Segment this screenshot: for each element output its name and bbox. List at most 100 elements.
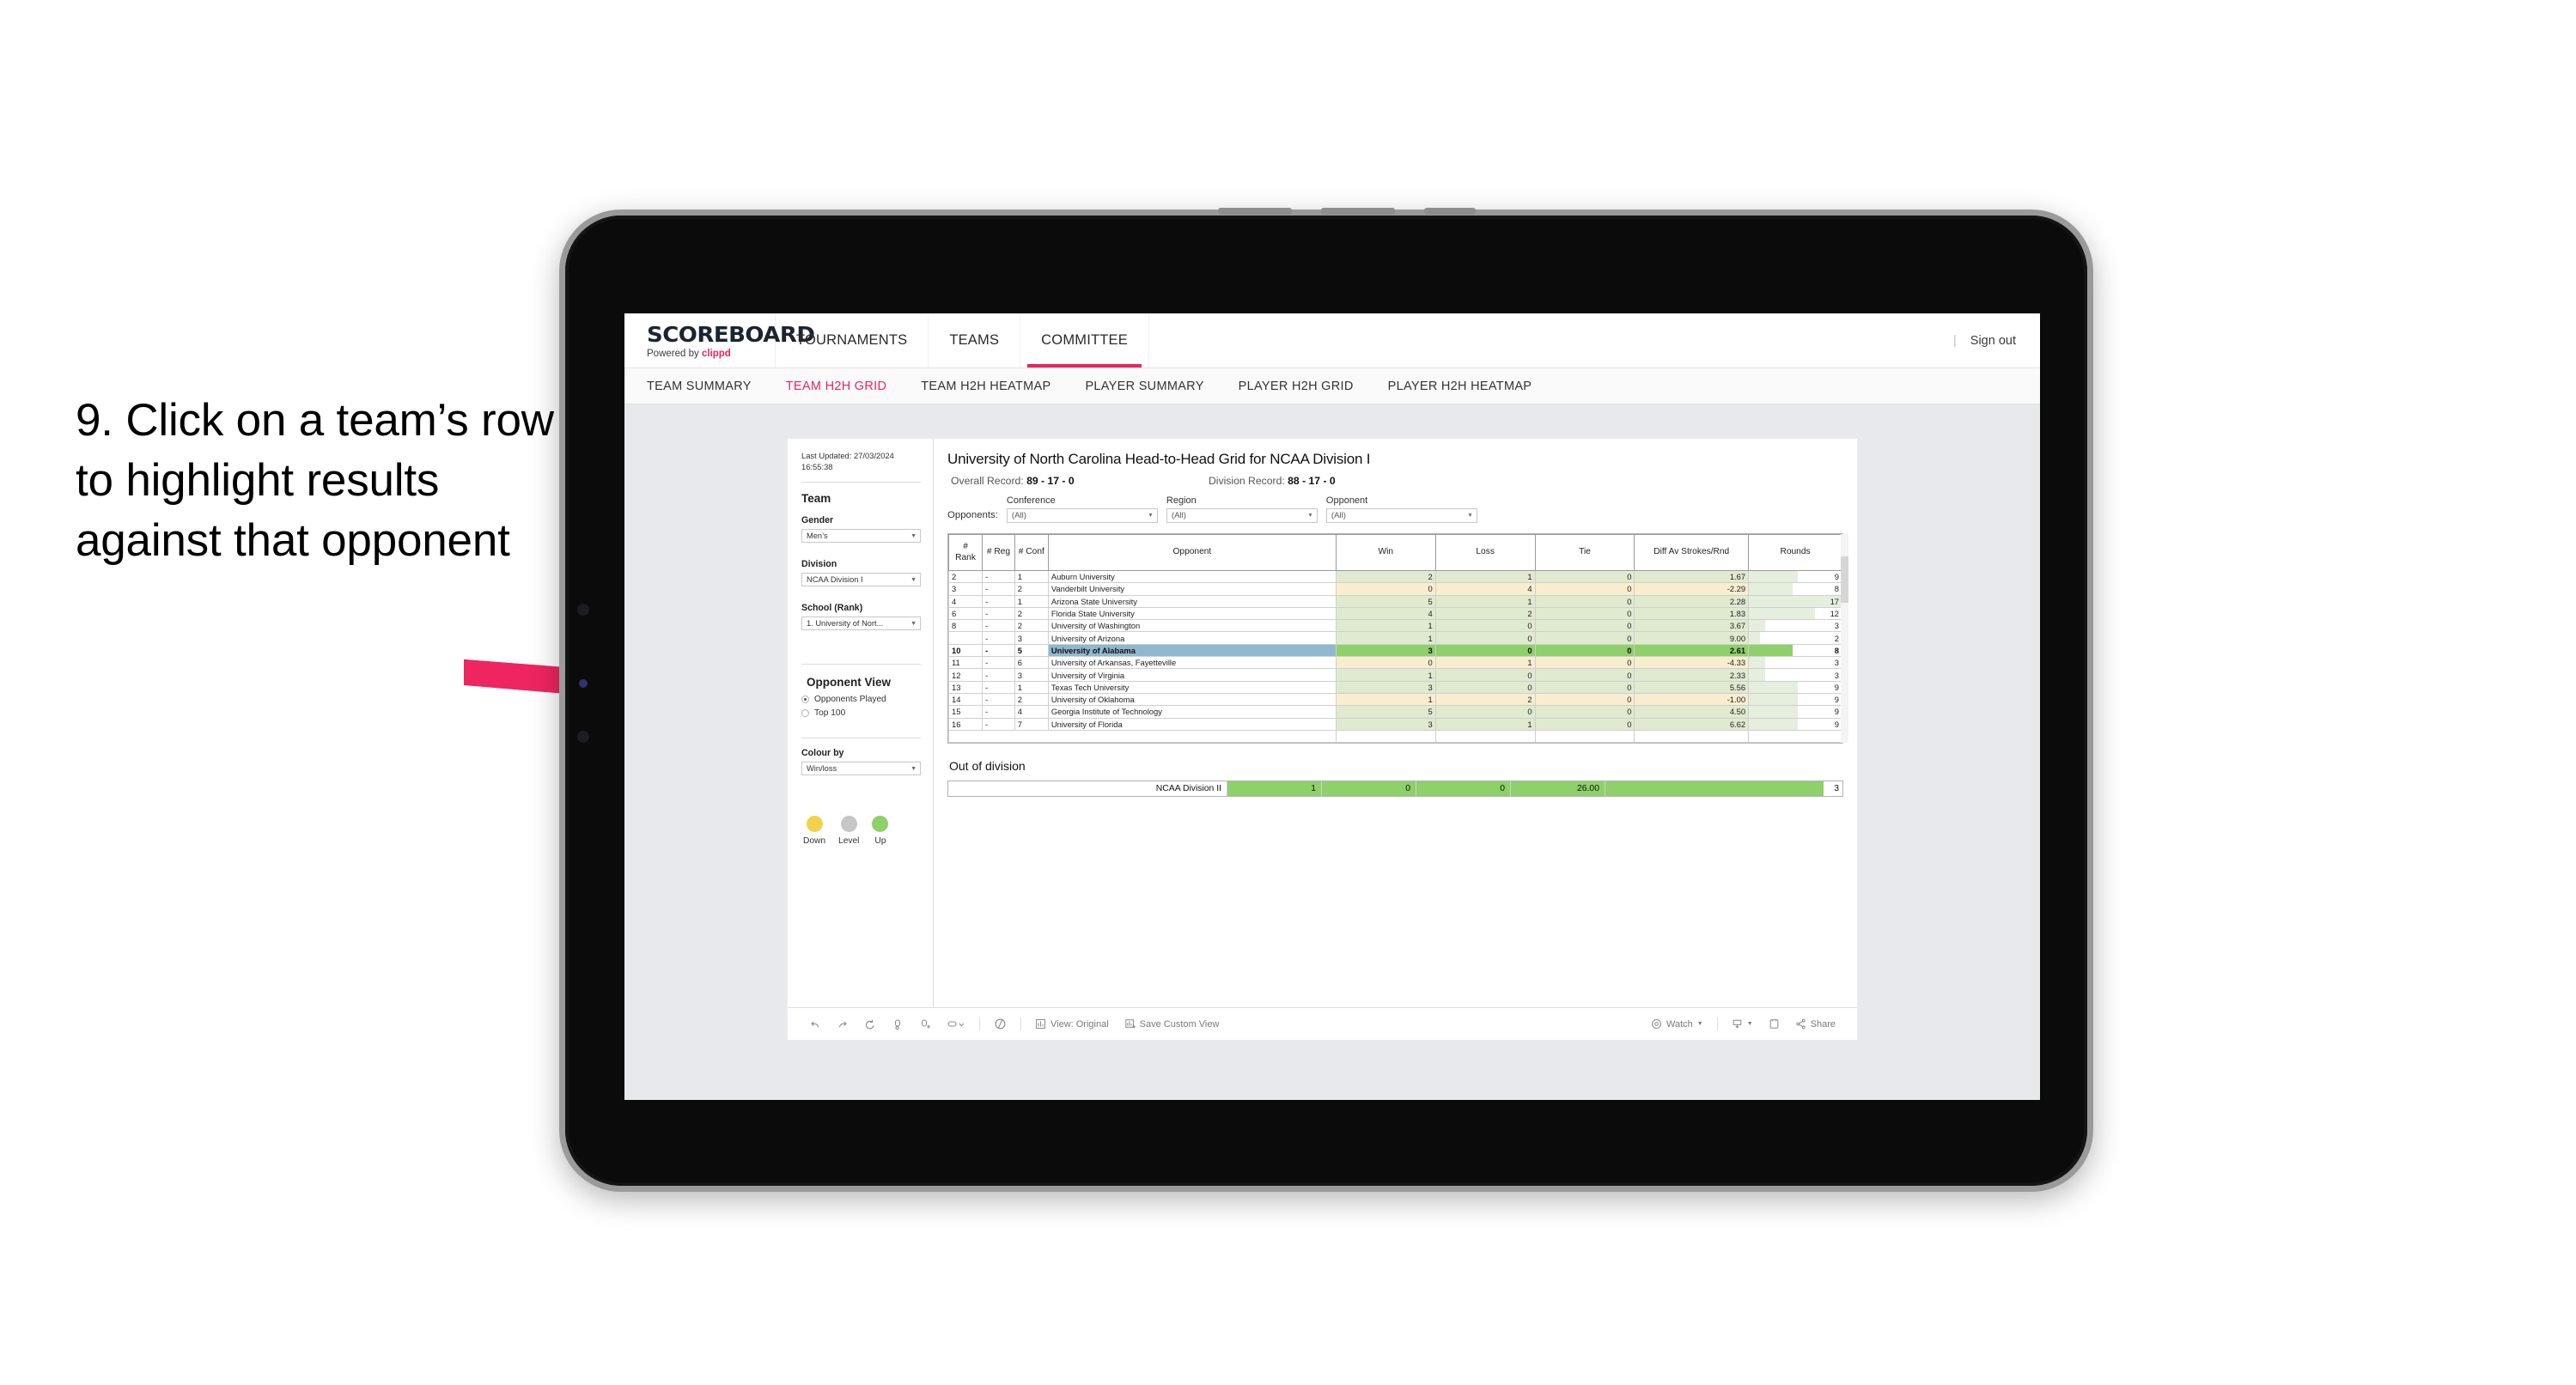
tab-player-summary[interactable]: PLAYER SUMMARY (1085, 380, 1203, 393)
table-row[interactable]: 14-2 University of Oklahoma 1 2 0 -1.00 9 (947, 692, 1842, 707)
watch-label: Watch (1666, 1018, 1693, 1030)
device-top-button-1 (1218, 208, 1292, 215)
fit-button[interactable] (986, 1017, 1014, 1030)
rounds-value: 3 (1834, 670, 1839, 680)
view-original-button[interactable]: View: Original (1027, 1018, 1117, 1030)
table-row[interactable]: 13-1 Texas Tech University 3 0 0 5.56 9 (947, 680, 1842, 694)
undo-button[interactable] (801, 1018, 829, 1030)
brand-logo[interactable]: SCOREBOARD Powered by clippd (624, 313, 815, 368)
device-side-port-1 (577, 604, 589, 616)
cell-opponent: Auburn University (1047, 569, 1337, 584)
redo-button[interactable] (829, 1018, 856, 1030)
device-top-button-2 (1321, 208, 1395, 215)
table-padding-cell (1014, 729, 1049, 744)
cell-loss: 2 (1434, 606, 1536, 621)
table-row[interactable]: 8-2 University of Washington 1 0 0 3.67 3 (947, 619, 1842, 633)
watch-button[interactable]: Watch ▼ (1643, 1018, 1711, 1030)
pause-button[interactable] (911, 1018, 939, 1030)
highlight-dropdown[interactable] (939, 1018, 973, 1030)
table-row[interactable]: -3 University of Arizona 1 0 0 9.00 2 (947, 631, 1842, 645)
radio-top-100[interactable]: Top 100 (801, 708, 921, 718)
h2h-grid-table-wrap: # Rank # Reg # Conf Opponent Win Loss Ti… (947, 533, 1848, 744)
cell-tie: 0 (1534, 668, 1635, 682)
col-conf-label: # Conf (1018, 547, 1044, 557)
cell-opponent: Arizona State University (1047, 594, 1337, 608)
table-scrollbar-thumb[interactable] (1841, 556, 1848, 603)
tab-team-summary[interactable]: TEAM SUMMARY (647, 380, 752, 393)
tab-player-h2h-grid[interactable]: PLAYER H2H GRID (1239, 380, 1354, 393)
chevron-down-icon: ▼ (1306, 513, 1313, 519)
download-button[interactable]: ▼ (1724, 1018, 1761, 1030)
col-rounds: Rounds (1748, 534, 1842, 571)
radio-opponents-played-label: Opponents Played (814, 695, 886, 705)
radio-opponents-played[interactable]: Opponents Played (801, 695, 921, 704)
legend-dot-down (806, 816, 823, 833)
instruction-caption: 9. Click on a team’s row to highlight re… (76, 395, 554, 566)
cell-diff: 5.56 (1634, 680, 1750, 694)
primary-nav: TOURNAMENTS TEAMS COMMITTEE (776, 313, 1149, 368)
cell-reg: - (982, 606, 1015, 621)
table-row[interactable]: 10-5 University of Alabama 3 0 0 2.61 8 (947, 643, 1842, 658)
table-row[interactable]: 12-3 University of Virginia 1 0 0 2.33 3 (947, 668, 1842, 682)
rounds-value: 9 (1834, 707, 1839, 717)
gender-label: Gender (801, 515, 834, 526)
cell-loss: 1 (1434, 656, 1536, 670)
nav-item-committee[interactable]: COMMITTEE (1020, 313, 1149, 368)
table-row[interactable]: 16-7 University of Florida 3 1 0 6.62 9 (947, 717, 1842, 731)
brand-powered-name: clippd (701, 349, 731, 359)
tab-team-h2h-grid[interactable]: TEAM H2H GRID (786, 380, 887, 393)
signout-area: | Sign out (1953, 313, 2040, 368)
cell-win: 3 (1335, 680, 1436, 694)
revert-button[interactable] (856, 1018, 884, 1030)
cell-opponent: Florida State University (1047, 606, 1337, 621)
cell-conf: 6 (1014, 656, 1049, 670)
refresh-button[interactable] (884, 1018, 911, 1030)
filter-region-select[interactable]: (All) ▼ (1166, 508, 1318, 523)
chevron-down-icon: ▼ (1696, 1021, 1703, 1027)
share-label: Share (1810, 1018, 1836, 1030)
tab-player-h2h-heatmap[interactable]: PLAYER H2H HEATMAP (1388, 380, 1532, 393)
division-select[interactable]: NCAA Division I ▼ (801, 573, 921, 587)
table-row[interactable]: 15-4 Georgia Institute of Technology 5 0 0 4.… (947, 705, 1842, 719)
cell-diff: -1.00 (1634, 692, 1750, 707)
filter-opponent-select[interactable]: (All) ▼ (1325, 508, 1477, 523)
table-row[interactable]: 3-2 Vanderbilt University 0 4 0 -2.29 8 (947, 582, 1842, 596)
cell-rank: 2 (947, 569, 984, 584)
cell-reg: - (982, 680, 1015, 694)
share-button[interactable]: Share (1787, 1018, 1843, 1030)
cell-opponent: University of Virginia (1047, 668, 1337, 682)
slide-canvas: 9. Click on a team’s row to highlight re… (0, 0, 2576, 1385)
cell-opponent: Georgia Institute of Technology (1047, 705, 1337, 719)
table-row[interactable]: 4-1 Arizona State University 5 1 0 2.28 17 (947, 594, 1842, 608)
fullscreen-button[interactable] (1761, 1018, 1787, 1030)
colour-by-select[interactable]: Win/loss ▼ (801, 762, 921, 776)
viz-toolbar: View: Original Save Custom View Watch ▼ (788, 1007, 1857, 1040)
signout-link[interactable]: Sign out (1970, 334, 2016, 348)
brand-subtitle: Powered by clippd (647, 349, 775, 359)
filter-conference-select[interactable]: (All) ▼ (1006, 508, 1158, 523)
colour-legend: Down Level Up (801, 816, 921, 846)
division-record-value: 88 - 17 - 0 (1288, 475, 1336, 487)
save-custom-view-label: Save Custom View (1139, 1018, 1220, 1030)
school-select[interactable]: 1. University of Nort... ▼ (801, 617, 921, 631)
cell-conf: 1 (1014, 569, 1049, 584)
table-row[interactable]: 6-2 Florida State University 4 2 0 1.83 12 (947, 606, 1842, 621)
cell-diff: 3.67 (1634, 619, 1750, 633)
nav-item-tournaments[interactable]: TOURNAMENTS (776, 313, 929, 368)
cell-rounds: 9 (1748, 692, 1842, 707)
chevron-down-icon: ▼ (910, 620, 917, 627)
nav-item-teams[interactable]: TEAMS (929, 313, 1021, 368)
tab-team-h2h-heatmap[interactable]: TEAM H2H HEATMAP (921, 380, 1050, 393)
cell-rounds: 9 (1748, 680, 1842, 694)
col-tie: Tie (1534, 534, 1635, 571)
rounds-bar (1749, 718, 1799, 730)
cell-tie: 0 (1534, 582, 1635, 596)
save-custom-view-button[interactable]: Save Custom View (1117, 1018, 1227, 1030)
table-row[interactable]: 2-1 Auburn University 2 1 0 1.67 9 (947, 569, 1842, 584)
cell-reg: - (982, 619, 1015, 633)
table-row[interactable]: 11-6 University of Arkansas, Fayetteville… (947, 656, 1842, 670)
gender-select[interactable]: Men’s ▼ (801, 529, 921, 544)
cell-rank: 13 (947, 680, 984, 694)
cell-opponent: University of Arizona (1047, 631, 1337, 645)
cell-win: 5 (1335, 594, 1436, 608)
